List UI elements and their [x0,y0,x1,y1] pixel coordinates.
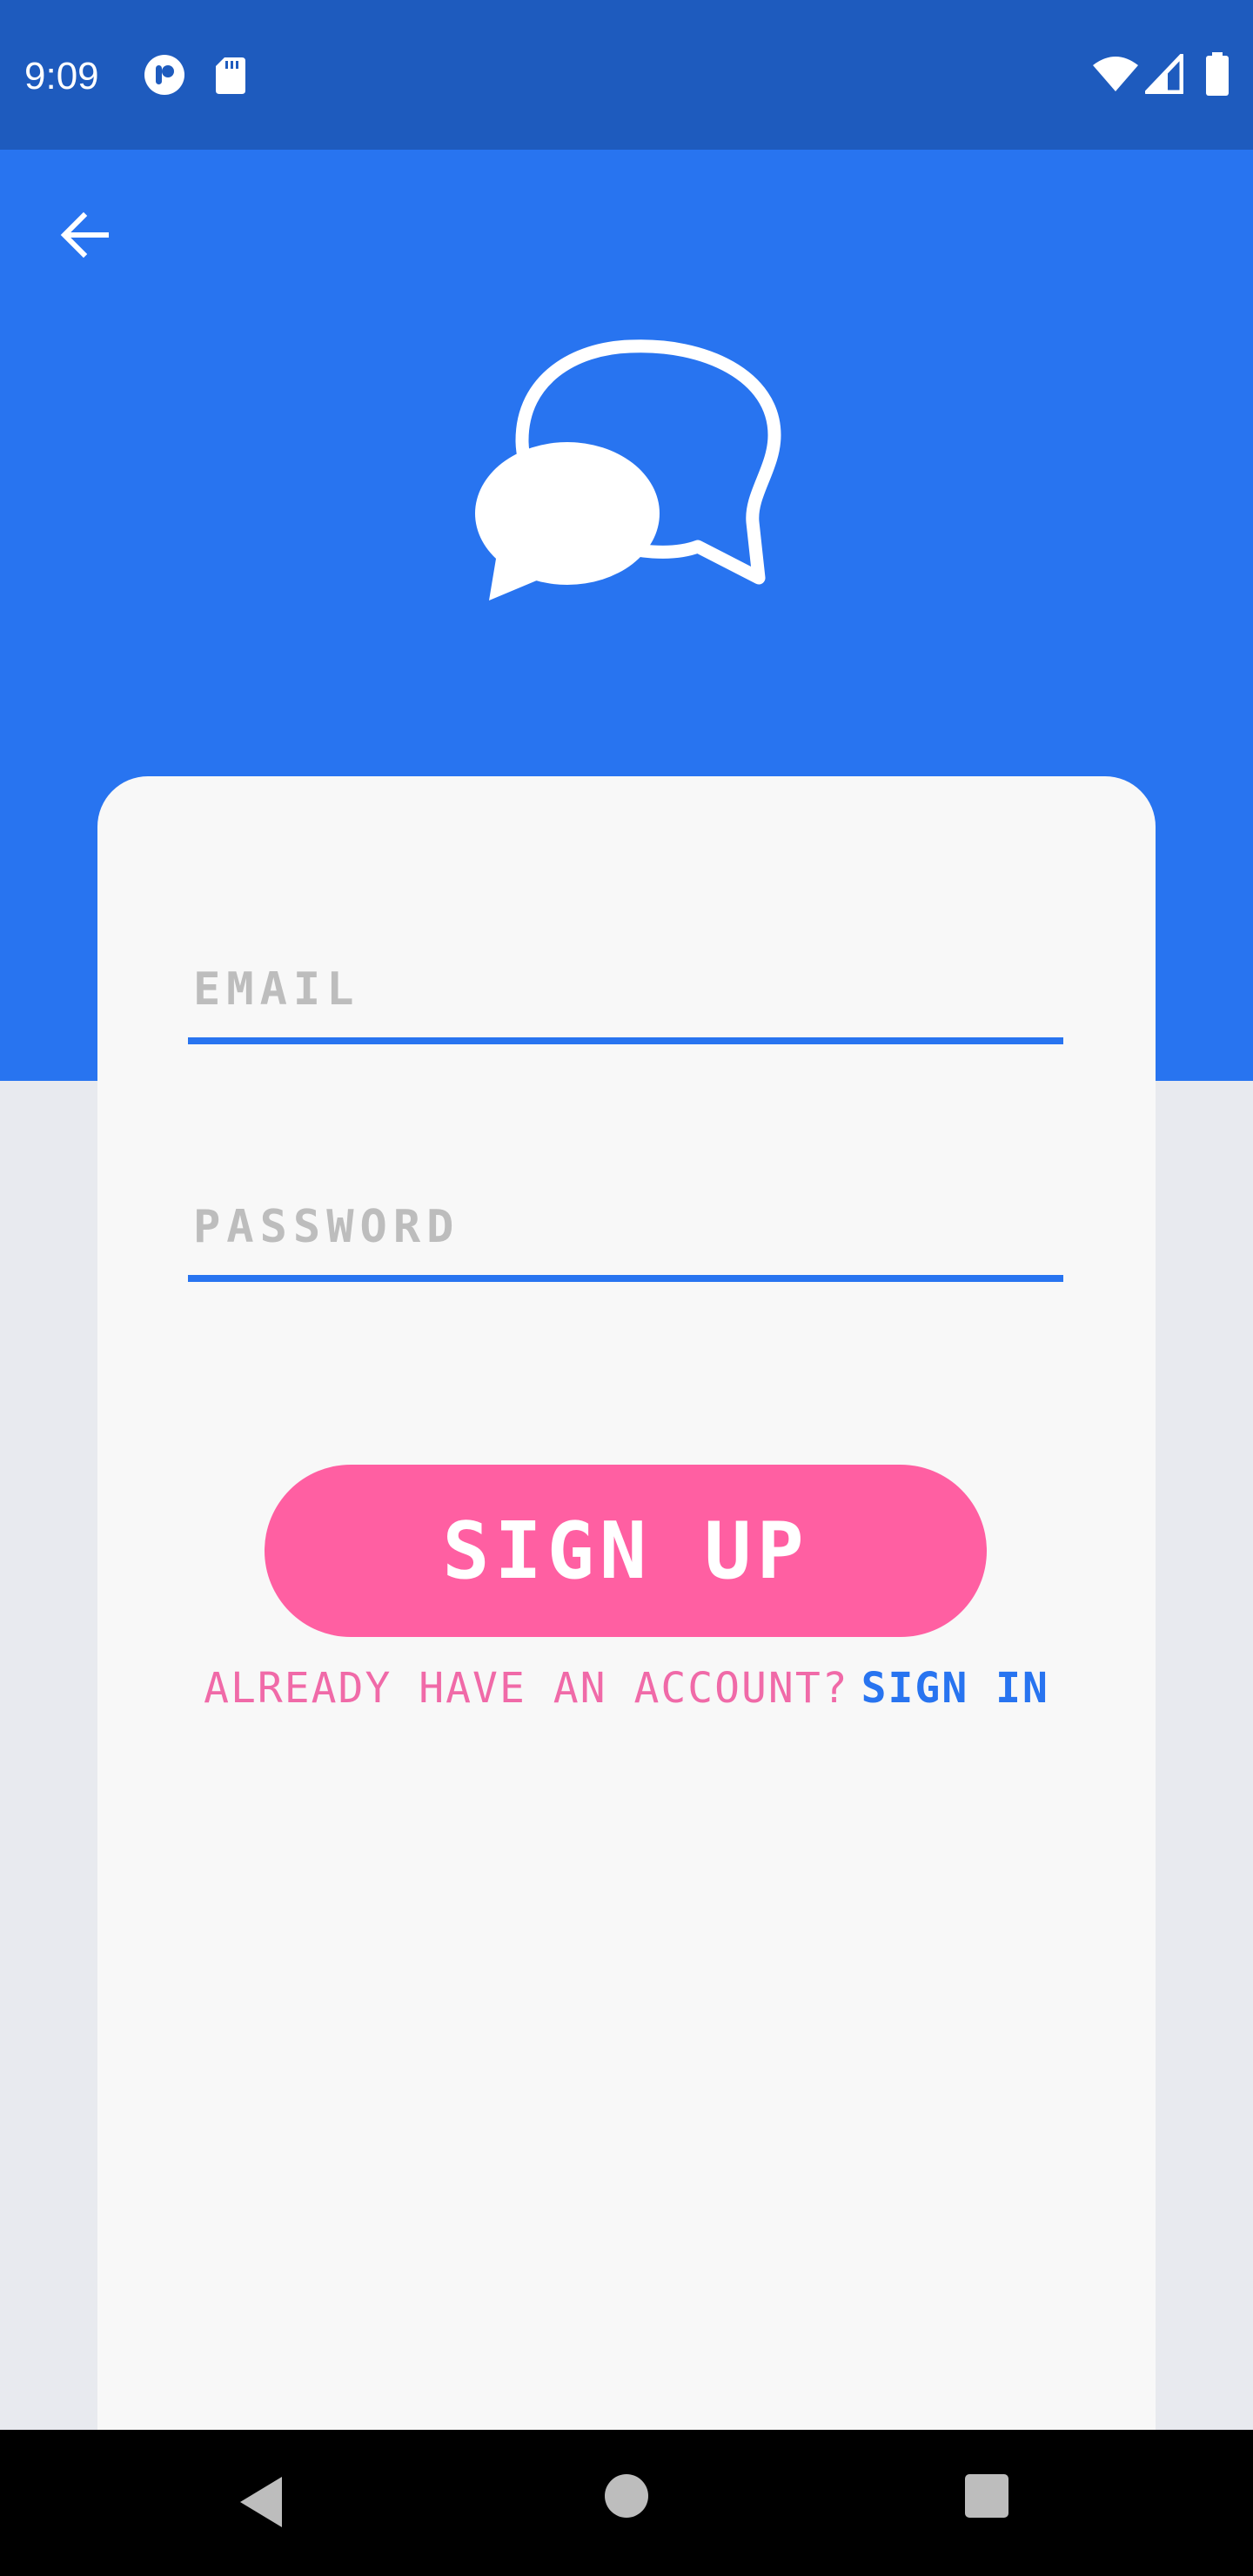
sd-card-icon [214,56,247,99]
pocket-casts-icon [143,53,186,100]
cellular-signal-icon [1144,53,1184,97]
battery-icon [1205,52,1230,99]
account-prompt-row: ALREADY HAVE AN ACCOUNT? SIGN IN [97,1664,1156,1713]
email-field [188,942,1069,1044]
back-button[interactable] [45,197,125,277]
status-bar: 9:09 [0,0,1253,150]
chat-bubbles-icon [470,339,783,611]
wifi-icon [1091,55,1140,97]
signup-card: SIGN UP ALREADY HAVE AN ACCOUNT?SIGN IN [97,776,1156,2430]
email-input[interactable] [188,942,1069,1037]
arrow-left-icon [57,207,113,266]
sign-up-button[interactable]: SIGN UP [265,1465,987,1637]
home-circle-icon[interactable] [604,2473,649,2522]
app-logo [470,338,783,607]
status-time: 9:09 [24,55,99,97]
account-prompt-text: ALREADY HAVE AN ACCOUNT? [204,1664,849,1713]
sign-in-link[interactable]: SIGN IN [861,1664,1049,1713]
password-field [188,1179,1069,1282]
navigation-bar [0,2430,1253,2576]
back-triangle-icon[interactable] [235,2472,287,2536]
recents-square-icon[interactable] [964,2473,1009,2522]
password-input[interactable] [188,1179,1069,1275]
